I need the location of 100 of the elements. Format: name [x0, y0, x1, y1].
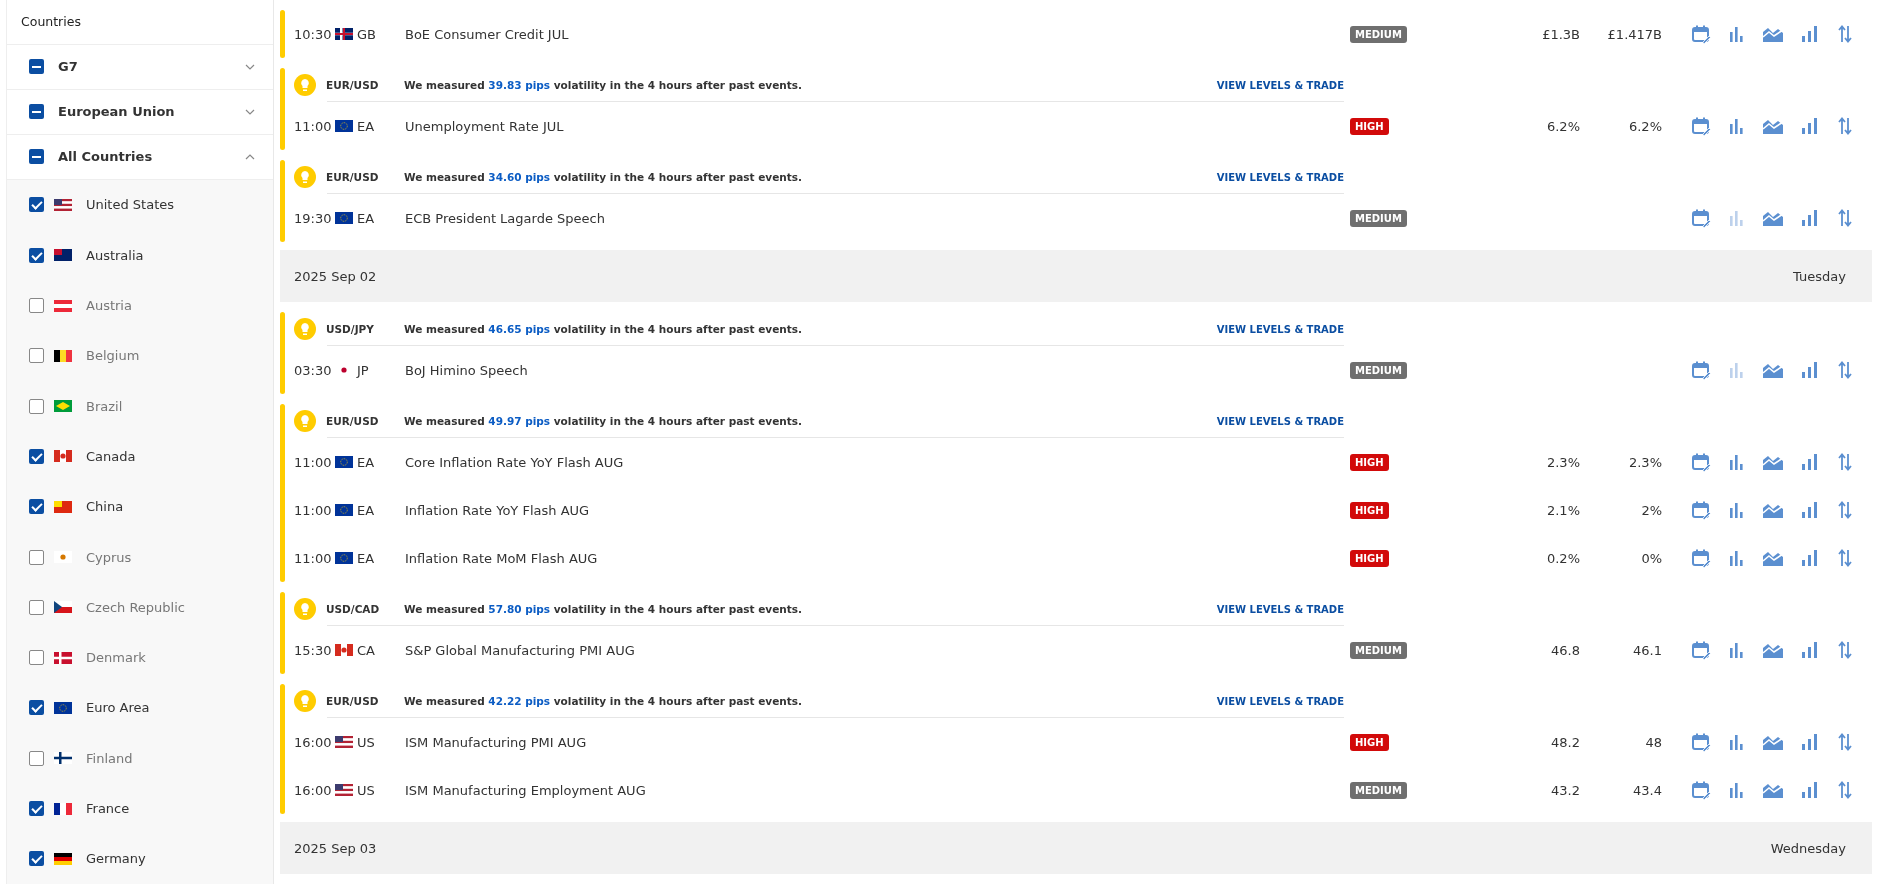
event-name[interactable]: Inflation Rate MoM Flash AUG [405, 550, 1350, 566]
event-name[interactable]: Core Inflation Rate YoY Flash AUG [405, 454, 1350, 470]
area-chart-icon[interactable] [1763, 118, 1783, 134]
view-levels-link[interactable]: VIEW LEVELS & TRADE [1216, 323, 1344, 335]
signal-bars-icon[interactable] [1801, 782, 1817, 798]
checkbox[interactable] [29, 247, 44, 263]
bar-chart-icon[interactable] [1730, 550, 1744, 566]
checkbox[interactable] [29, 700, 44, 716]
calendar-edit-icon[interactable] [1691, 452, 1711, 472]
signal-bars-icon[interactable] [1801, 26, 1817, 42]
signal-bars-icon[interactable] [1801, 210, 1817, 226]
signal-bars-icon[interactable] [1801, 734, 1817, 750]
bar-chart-icon[interactable] [1730, 734, 1744, 750]
signal-bars-icon[interactable] [1801, 454, 1817, 470]
area-chart-icon[interactable] [1763, 642, 1783, 658]
chevron-icon[interactable] [245, 63, 255, 70]
calendar-edit-icon[interactable] [1691, 24, 1711, 44]
calendar-edit-icon[interactable] [1691, 116, 1711, 136]
area-chart-icon[interactable] [1763, 362, 1783, 378]
event-name[interactable]: S&P Global Manufacturing PMI AUG [405, 642, 1350, 658]
event-time: 11:00 [294, 502, 333, 518]
event-value: 0% [1640, 550, 1662, 566]
checkbox[interactable] [29, 59, 44, 75]
up-down-arrows-icon[interactable] [1838, 549, 1852, 567]
flag-icon [54, 500, 72, 513]
checkbox[interactable] [29, 549, 44, 565]
country-group-row[interactable]: G7 [7, 44, 273, 90]
checkbox[interactable] [29, 750, 44, 766]
chevron-icon[interactable] [245, 153, 255, 160]
area-chart-icon[interactable] [1763, 550, 1783, 566]
calendar-edit-icon[interactable] [1691, 548, 1711, 568]
event-time: 15:30 [294, 642, 333, 658]
event-name[interactable]: ISM Manufacturing PMI AUG [405, 734, 1350, 750]
signal-bars-icon[interactable] [1801, 502, 1817, 518]
calendar-edit-icon[interactable] [1691, 780, 1711, 800]
checkbox[interactable] [29, 499, 44, 515]
up-down-arrows-icon[interactable] [1838, 25, 1852, 43]
bar-chart-icon[interactable] [1730, 118, 1744, 134]
bar-chart-icon[interactable] [1730, 26, 1744, 42]
area-chart-icon[interactable] [1763, 782, 1783, 798]
area-chart-icon[interactable] [1763, 210, 1783, 226]
calendar-edit-icon[interactable] [1691, 500, 1711, 520]
checkbox[interactable] [29, 298, 44, 314]
flag-icon [335, 212, 353, 224]
checkbox[interactable] [29, 104, 44, 120]
bar-chart-icon[interactable] [1730, 454, 1744, 470]
area-chart-icon[interactable] [1763, 454, 1783, 470]
flag-icon [335, 552, 353, 564]
country-group-row[interactable]: All Countries [7, 134, 273, 180]
event-name[interactable]: BoJ Himino Speech [405, 362, 1350, 378]
checkbox[interactable] [29, 149, 44, 165]
event-name[interactable]: Unemployment Rate JUL [405, 118, 1350, 134]
up-down-arrows-icon[interactable] [1838, 501, 1852, 519]
calendar-edit-icon[interactable] [1691, 732, 1711, 752]
view-levels-link[interactable]: VIEW LEVELS & TRADE [1216, 695, 1344, 707]
event-name[interactable]: Inflation Rate YoY Flash AUG [405, 502, 1350, 518]
checkbox[interactable] [29, 851, 44, 867]
view-levels-link[interactable]: VIEW LEVELS & TRADE [1216, 171, 1344, 183]
checkbox[interactable] [29, 801, 44, 816]
impact-badge: HIGH [1350, 117, 1389, 135]
checkbox[interactable] [29, 650, 44, 666]
checkbox[interactable] [29, 448, 44, 464]
area-chart-icon[interactable] [1763, 502, 1783, 518]
impact-badge: HIGH [1350, 733, 1389, 751]
event-time: 16:00 [294, 782, 333, 798]
calendar-edit-icon[interactable] [1691, 640, 1711, 660]
country-label: Denmark [86, 650, 146, 666]
checkbox[interactable] [29, 197, 44, 213]
bar-chart-icon[interactable] [1730, 642, 1744, 658]
signal-bars-icon[interactable] [1801, 118, 1817, 134]
calendar-edit-icon[interactable] [1691, 208, 1711, 228]
event-name[interactable]: ECB President Lagarde Speech [405, 210, 1350, 226]
area-chart-icon[interactable] [1763, 734, 1783, 750]
signal-bars-icon[interactable] [1801, 550, 1817, 566]
chevron-icon[interactable] [245, 108, 255, 115]
impact-badge: HIGH [1350, 501, 1389, 519]
checkbox[interactable] [29, 398, 44, 414]
country-group-row[interactable]: European Union [7, 89, 273, 135]
bar-chart-icon[interactable] [1730, 502, 1744, 518]
area-chart-icon[interactable] [1763, 26, 1783, 42]
event-name[interactable]: BoE Consumer Credit JUL [405, 26, 1350, 42]
event-value: 6.2% [1627, 118, 1662, 134]
up-down-arrows-icon[interactable] [1838, 641, 1852, 659]
up-down-arrows-icon[interactable] [1838, 209, 1852, 227]
up-down-arrows-icon[interactable] [1838, 361, 1852, 379]
up-down-arrows-icon[interactable] [1838, 781, 1852, 799]
view-levels-link[interactable]: VIEW LEVELS & TRADE [1216, 415, 1344, 427]
up-down-arrows-icon[interactable] [1838, 733, 1852, 751]
up-down-arrows-icon[interactable] [1838, 117, 1852, 135]
signal-bars-icon[interactable] [1801, 362, 1817, 378]
event-name[interactable]: ISM Manufacturing Employment AUG [405, 782, 1350, 798]
bar-chart-icon[interactable] [1730, 782, 1744, 798]
event-value: 43.2 [1550, 782, 1580, 798]
checkbox[interactable] [29, 348, 44, 364]
calendar-edit-icon[interactable] [1691, 360, 1711, 380]
checkbox[interactable] [29, 599, 44, 615]
view-levels-link[interactable]: VIEW LEVELS & TRADE [1216, 603, 1344, 615]
signal-bars-icon[interactable] [1801, 642, 1817, 658]
up-down-arrows-icon[interactable] [1838, 453, 1852, 471]
view-levels-link[interactable]: VIEW LEVELS & TRADE [1216, 79, 1344, 91]
